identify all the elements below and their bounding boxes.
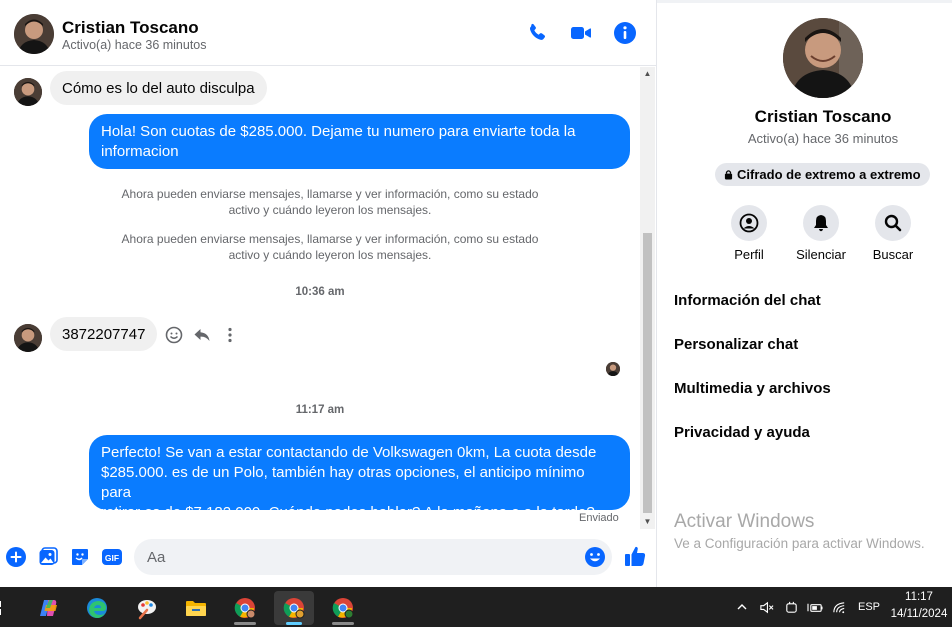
system-notice-line: Ahora pueden enviarse mensajes, llamarse…	[121, 187, 539, 201]
mute-label: Silenciar	[796, 247, 846, 262]
windows-activation-subtitle: Ve a Configuración para activar Windows.	[674, 536, 925, 551]
copilot-icon[interactable]	[29, 591, 69, 625]
taskbar-clock-date[interactable]: 14/11/2024	[890, 608, 948, 620]
phone-icon[interactable]	[525, 21, 549, 45]
message-timestamp: 11:17 am	[295, 404, 345, 416]
message-incoming[interactable]: Cómo es lo del auto disculpa	[50, 71, 267, 105]
meet-now-icon[interactable]	[782, 587, 800, 627]
menu-customize-chat[interactable]: Personalizar chat	[674, 336, 798, 353]
message-input[interactable]	[134, 539, 612, 575]
message-outgoing[interactable]: Perfecto! Se van a estar contactando de …	[89, 435, 630, 521]
scroll-up-arrow[interactable]: ▲	[640, 67, 655, 81]
lock-icon	[724, 164, 733, 187]
emoji-icon[interactable]	[584, 546, 606, 568]
photo-gallery-icon[interactable]	[37, 546, 59, 568]
reply-icon[interactable]	[193, 326, 211, 344]
profile-avatar-large[interactable]	[783, 18, 863, 98]
message-text: $285.000. es de un Polo, también hay otr…	[101, 464, 585, 501]
contact-avatar[interactable]	[14, 14, 54, 54]
message-text: 3872207747	[62, 326, 146, 343]
chat-info-pane: Cristian Toscano Activo(a) hace 36 minut…	[658, 3, 952, 587]
app-running-indicator	[234, 622, 256, 625]
input-language-indicator[interactable]: ESP	[855, 587, 883, 627]
scroll-thumb[interactable]	[643, 233, 652, 513]
contact-status: Activo(a) hace 36 minutos	[62, 38, 207, 52]
message-incoming[interactable]: 3872207747	[50, 317, 158, 351]
contact-avatar-small[interactable]	[14, 78, 42, 106]
sticker-icon[interactable]	[69, 546, 91, 568]
menu-media-files[interactable]: Multimedia y archivos	[674, 380, 831, 397]
profile-status: Activo(a) hace 36 minutos	[747, 131, 899, 146]
system-notice-line: Ahora pueden enviarse mensajes, llamarse…	[121, 232, 539, 246]
encryption-label: Cifrado de extremo a extremo	[737, 167, 921, 182]
profile-icon	[731, 205, 767, 241]
message-timestamp: 10:36 am	[295, 286, 345, 298]
contact-avatar-small[interactable]	[14, 324, 42, 352]
chrome-profile-3-icon[interactable]	[323, 591, 363, 625]
widgets-icon[interactable]	[0, 591, 10, 625]
profile-button[interactable]: Perfil	[714, 205, 784, 262]
system-notice-line: activo y cuándo leyeron los mensajes.	[228, 202, 432, 217]
search-label: Buscar	[872, 247, 914, 262]
message-text: retirar es de $7.182.000. Cuándo podes h…	[101, 504, 595, 521]
windows-taskbar: ESP 11:17 14/11/2024	[0, 587, 952, 627]
app-active-indicator	[286, 622, 302, 625]
message-text: Perfecto! Se van a estar contactando de …	[101, 444, 597, 461]
scroll-down-arrow[interactable]: ▼	[640, 515, 655, 529]
file-explorer-icon[interactable]	[176, 591, 216, 625]
thumbs-up-icon[interactable]	[623, 544, 647, 568]
system-notice: Ahora pueden enviarse mensajes, llamarse…	[90, 187, 570, 218]
system-notice: Ahora pueden enviarse mensajes, llamarse…	[90, 232, 570, 263]
message-list: Cómo es lo del auto disculpa Hola! Son c…	[0, 67, 640, 529]
app-running-indicator	[332, 622, 354, 625]
contact-name[interactable]: Cristian Toscano	[62, 18, 199, 38]
search-button[interactable]: Buscar	[858, 205, 928, 262]
video-camera-icon[interactable]	[569, 21, 593, 45]
edge-browser-icon[interactable]	[77, 591, 117, 625]
speaker-muted-icon[interactable]	[757, 587, 775, 627]
message-text: Cómo es lo del auto disculpa	[62, 80, 255, 97]
search-icon	[875, 205, 911, 241]
plus-circle-icon[interactable]	[5, 546, 27, 568]
menu-chat-info[interactable]: Información del chat	[674, 292, 821, 309]
windows-activation-title: Activar Windows	[674, 511, 815, 532]
chrome-profile-2-icon[interactable]	[274, 591, 314, 625]
taskbar-clock-time[interactable]: 11:17	[890, 591, 948, 603]
battery-icon[interactable]	[805, 587, 825, 627]
encryption-badge[interactable]: Cifrado de extremo a extremo	[715, 163, 930, 186]
gif-icon[interactable]: GIF	[101, 546, 123, 568]
mute-button[interactable]: Silenciar	[786, 205, 856, 262]
chat-header: Cristian Toscano Activo(a) hace 36 minut…	[0, 3, 656, 66]
menu-privacy-help[interactable]: Privacidad y ayuda	[674, 424, 810, 441]
info-icon[interactable]	[613, 21, 637, 45]
sent-status: Enviado	[579, 512, 619, 524]
system-notice-line: activo y cuándo leyeron los mensajes.	[228, 247, 432, 262]
bell-icon	[803, 205, 839, 241]
wifi-icon[interactable]	[830, 587, 848, 627]
react-emoji-icon[interactable]	[165, 326, 183, 344]
gif-label: GIF	[105, 553, 119, 563]
more-options-icon[interactable]	[221, 326, 239, 344]
message-text: Hola! Son cuotas de $285.000. Dejame tu …	[101, 123, 576, 140]
chat-pane: Cristian Toscano Activo(a) hace 36 minut…	[0, 0, 657, 587]
profile-name: Cristian Toscano	[754, 107, 892, 126]
message-text: informacion	[101, 143, 179, 160]
profile-label: Perfil	[734, 247, 764, 262]
seen-indicator-avatar	[606, 362, 620, 376]
chrome-profile-1-icon[interactable]	[225, 591, 265, 625]
composer-bar: GIF	[0, 530, 656, 587]
paint-app-icon[interactable]	[127, 591, 167, 625]
message-outgoing[interactable]: Hola! Son cuotas de $285.000. Dejame tu …	[89, 114, 630, 169]
chevron-up-icon[interactable]	[734, 587, 750, 627]
message-scrollbar[interactable]: ▲ ▼	[640, 67, 655, 529]
